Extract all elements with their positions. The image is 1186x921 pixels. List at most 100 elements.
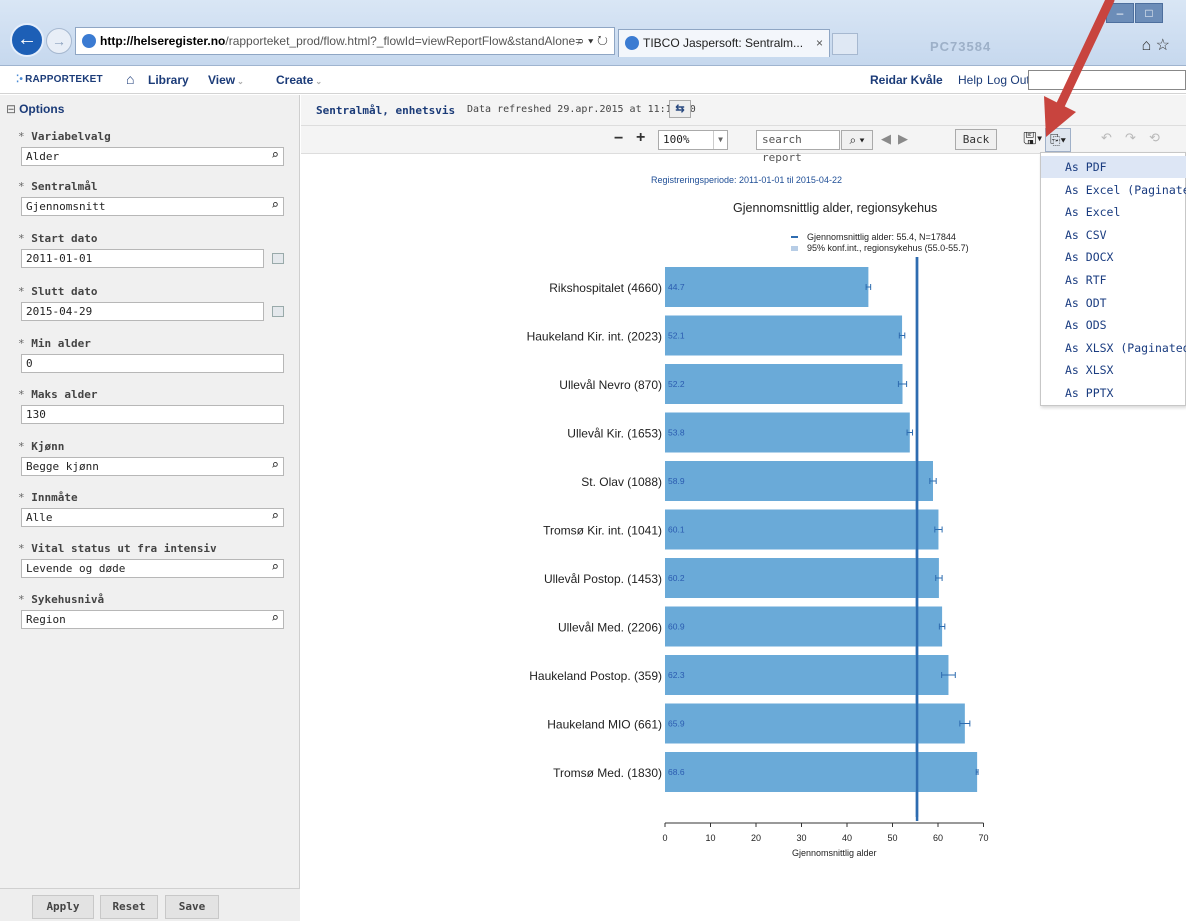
- zoom-out-icon[interactable]: −: [614, 130, 623, 148]
- bar: [665, 558, 939, 598]
- next-page-icon[interactable]: ▶: [898, 131, 908, 147]
- category-label: Haukeland MIO (661): [547, 718, 662, 732]
- category-label: Haukeland Kir. int. (2023): [527, 330, 662, 344]
- save-report-icon[interactable]: 🖫▾: [1023, 128, 1043, 155]
- calendar-icon[interactable]: [272, 253, 284, 264]
- search-icon[interactable]: ⌕: [271, 147, 279, 164]
- save-button[interactable]: Save: [165, 895, 219, 919]
- control-field[interactable]: Gjennomsnitt ⌕: [21, 197, 284, 216]
- calendar-icon[interactable]: [272, 306, 284, 317]
- report-header: Sentralmål, enhetsvis Data refreshed 29.…: [301, 95, 1186, 126]
- maximize-icon[interactable]: □: [1135, 3, 1163, 23]
- x-tick-label: 40: [842, 833, 852, 843]
- control-value: 0: [26, 357, 33, 370]
- control-field[interactable]: Alder ⌕: [21, 147, 284, 166]
- control-label: * Sentralmål: [18, 180, 97, 193]
- export-menu-item[interactable]: As DOCX: [1041, 246, 1186, 268]
- app-logo[interactable]: ⁚• RAPPORTEKET: [16, 74, 103, 85]
- control-label-text: Sentralmål: [31, 180, 98, 193]
- control-field[interactable]: Begge kjønn ⌕: [21, 457, 284, 476]
- zoom-select[interactable]: 100% ▼: [658, 130, 728, 150]
- chevron-down-icon: ▼: [713, 131, 727, 149]
- options-title: Options: [19, 102, 65, 116]
- search-icon[interactable]: ⌕ ▾: [841, 130, 873, 150]
- control-value: 130: [26, 408, 46, 421]
- home-icon[interactable]: ⌂: [126, 71, 134, 87]
- collapse-icon[interactable]: ⊟: [6, 102, 16, 116]
- control-field[interactable]: Alle ⌕: [21, 508, 284, 527]
- options-panel: ⊟ Options * Variabelvalg Alder ⌕ * Sentralmå…: [0, 95, 300, 921]
- x-axis-label: Gjennomsnittlig alder: [792, 848, 877, 858]
- report-title: Sentralmål, enhetsvis: [316, 104, 456, 117]
- redo-icon[interactable]: ↷: [1125, 130, 1136, 146]
- minimize-icon[interactable]: –: [1106, 3, 1134, 23]
- chevron-down-icon: ⌄: [237, 77, 244, 86]
- export-menu-item[interactable]: As CSV: [1041, 224, 1186, 246]
- export-menu-item[interactable]: As PPTX: [1041, 382, 1186, 404]
- nav-view[interactable]: View ⌄: [208, 73, 244, 87]
- search-icon[interactable]: ⌕: [271, 559, 279, 576]
- bar-series: Rikshospitalet (4660) 44.7 Haukeland Kir. …: [527, 257, 979, 821]
- export-menu-item[interactable]: As Excel (Paginated): [1041, 179, 1186, 201]
- search-icon[interactable]: ⌕: [271, 610, 279, 627]
- new-tab-button[interactable]: [832, 33, 858, 55]
- nav-view-label: View: [208, 73, 236, 87]
- x-tick-label: 50: [887, 833, 897, 843]
- control-value: Alle: [26, 511, 53, 524]
- control-field[interactable]: Region ⌕: [21, 610, 284, 629]
- export-menu-item[interactable]: As XLSX: [1041, 359, 1186, 381]
- browser-forward-button[interactable]: →: [46, 28, 72, 54]
- address-search-refresh-icon[interactable]: ⌕ ▾ ↻: [577, 28, 608, 54]
- control-field[interactable]: 2011-01-01: [21, 249, 264, 268]
- control-label-text: Kjønn: [31, 440, 65, 453]
- export-menu-item[interactable]: As Excel: [1041, 201, 1186, 223]
- control-label: * Slutt dato: [18, 285, 97, 298]
- nav-create-label: Create: [276, 73, 314, 87]
- control-label: * Vital status ut fra intensiv: [18, 542, 217, 555]
- previous-page-icon[interactable]: ◀: [881, 131, 891, 147]
- search-report-input[interactable]: search report: [756, 130, 840, 164]
- global-search-input[interactable]: [1028, 70, 1186, 90]
- search-icon[interactable]: ⌕: [271, 508, 279, 525]
- control-field[interactable]: 130: [21, 405, 284, 424]
- site-favicon-icon: [82, 34, 96, 48]
- x-tick-label: 70: [978, 833, 988, 843]
- export-menu-item[interactable]: As RTF: [1041, 269, 1186, 291]
- address-bar[interactable]: http://helseregister.no/rapporteket_prod…: [75, 27, 615, 55]
- nav-user-name[interactable]: Reidar Kvåle: [870, 73, 943, 87]
- control-field[interactable]: 2015-04-29: [21, 302, 264, 321]
- control-label: * Kjønn: [18, 440, 64, 453]
- undo-all-icon[interactable]: ⟲: [1149, 130, 1160, 146]
- control-field[interactable]: 0: [21, 354, 284, 373]
- export-menu-item[interactable]: As ODT: [1041, 292, 1186, 314]
- export-icon[interactable]: ⎘▾: [1045, 128, 1071, 152]
- control-field[interactable]: Levende og døde ⌕: [21, 559, 284, 578]
- back-button[interactable]: Back: [955, 129, 997, 150]
- category-label: Ullevål Nevro (870): [559, 378, 662, 392]
- nav-help[interactable]: Help: [958, 73, 983, 87]
- reset-button[interactable]: Reset: [100, 895, 158, 919]
- options-header[interactable]: ⊟ Options: [0, 102, 300, 122]
- browser-back-button[interactable]: ←: [10, 23, 44, 57]
- x-axis: 0 10 20 30 40 50 60 70: [662, 822, 989, 843]
- x-tick-label: 20: [751, 833, 761, 843]
- apply-button[interactable]: Apply: [32, 895, 94, 919]
- nav-create[interactable]: Create ⌄: [276, 73, 322, 87]
- export-menu-item[interactable]: As XLSX (Paginated): [1041, 337, 1186, 359]
- category-label: St. Olav (1088): [581, 475, 662, 489]
- nav-logout[interactable]: Log Out: [987, 73, 1030, 87]
- tab-close-icon[interactable]: ×: [816, 30, 823, 56]
- url-path: /rapporteket_prod/flow.html?_flowId=view…: [225, 34, 583, 48]
- export-menu-item[interactable]: As PDF: [1041, 156, 1186, 178]
- data-label: 60.9: [668, 622, 685, 632]
- search-icon[interactable]: ⌕: [271, 457, 279, 474]
- search-icon[interactable]: ⌕: [271, 197, 279, 214]
- browser-home-icon[interactable]: ⌂ ☆: [1142, 35, 1170, 55]
- required-mark: *: [18, 491, 32, 504]
- nav-library[interactable]: Library: [148, 73, 189, 87]
- browser-tab[interactable]: TIBCO Jaspersoft: Sentralm... ×: [618, 29, 830, 57]
- undo-icon[interactable]: ↶: [1101, 130, 1112, 146]
- refresh-icon[interactable]: ⇆: [669, 100, 691, 118]
- zoom-in-icon[interactable]: +: [636, 129, 645, 147]
- export-menu-item[interactable]: As ODS: [1041, 314, 1186, 336]
